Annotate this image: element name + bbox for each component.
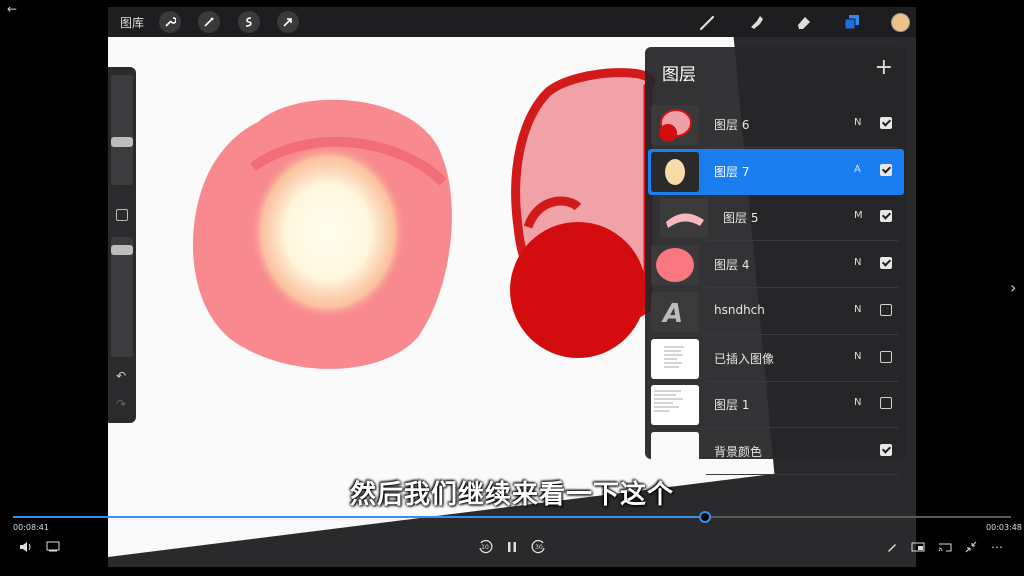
layer-visibility-checkbox[interactable]	[880, 303, 892, 316]
pause-icon[interactable]	[503, 538, 521, 556]
layer-row[interactable]: Ahsndhch N	[648, 289, 904, 335]
progress-fill	[13, 516, 705, 518]
layer-visibility-checkbox[interactable]	[880, 397, 892, 410]
layer-visibility-checkbox[interactable]	[880, 443, 892, 456]
layer-row[interactable]: 图层 1 N	[648, 382, 904, 429]
miniplayer-icon[interactable]	[909, 538, 927, 556]
row-divider	[706, 147, 898, 148]
layer-visibility-checkbox[interactable]	[880, 163, 892, 176]
skip-back-label: 10	[481, 543, 489, 551]
wrench-icon[interactable]	[159, 11, 181, 33]
blend-mode-button[interactable]: N	[854, 117, 861, 128]
layers-panel-title: 图层	[662, 65, 696, 85]
brush-sidebar: ↶ ↷	[108, 67, 136, 423]
layers-panel: 图层 + 图层 6 N 图层 7 A 图层 5 M 图层 4 N Ahsndhch N 已插入图像 N…	[645, 47, 907, 475]
layers-icon[interactable]	[841, 11, 863, 33]
layer-thumbnail[interactable]	[651, 431, 699, 472]
cast-icon[interactable]	[936, 538, 954, 556]
red-ball-shape	[510, 222, 646, 358]
svg-text:A: A	[661, 299, 683, 329]
color-swatch[interactable]	[889, 11, 911, 33]
modify-square-button[interactable]	[116, 209, 128, 221]
layer-row[interactable]: 图层 5 M	[648, 195, 904, 242]
layer-thumbnail[interactable]	[651, 385, 699, 426]
layer-thumbnail[interactable]: A	[651, 291, 699, 332]
layer-thumbnail[interactable]	[660, 198, 708, 239]
highlight-glow	[250, 144, 406, 320]
top-toolbar: 图库	[108, 7, 916, 37]
layer-visibility-checkbox[interactable]	[880, 210, 892, 223]
opacity-thumb[interactable]	[111, 245, 133, 255]
blend-mode-button[interactable]: N	[854, 257, 861, 268]
magic-wand-icon[interactable]	[198, 11, 220, 33]
layer-row[interactable]: 图层 7 A	[648, 148, 904, 195]
eraser-icon[interactable]	[793, 11, 815, 33]
blend-mode-button[interactable]: N	[854, 351, 861, 362]
layer-name: 图层 1	[714, 398, 750, 413]
blend-mode-button[interactable]: A	[854, 164, 861, 175]
layer-name: 已插入图像	[714, 351, 775, 366]
layer-visibility-checkbox[interactable]	[880, 350, 892, 363]
blend-mode-button[interactable]: M	[854, 210, 863, 221]
smudge-icon[interactable]	[745, 11, 767, 33]
brush-size-thumb[interactable]	[111, 137, 133, 147]
layer-name: 背景颜色	[714, 444, 763, 459]
volume-icon[interactable]	[17, 538, 35, 556]
redo-icon[interactable]: ↷	[116, 397, 126, 411]
layer-row[interactable]: 背景颜色	[648, 429, 904, 475]
skip-forward-label: 30	[535, 543, 543, 551]
opacity-slider[interactable]	[111, 237, 133, 357]
undo-icon[interactable]: ↶	[116, 369, 126, 383]
layer-name: hsndhch	[714, 302, 765, 317]
subtitles-icon[interactable]	[44, 538, 62, 556]
layer-row[interactable]: 已插入图像 N	[648, 336, 904, 382]
elapsed-time: 00:08:41	[13, 523, 49, 532]
layer-thumbnail[interactable]	[651, 105, 699, 145]
add-layer-button[interactable]: +	[875, 57, 893, 79]
layer-thumbnail[interactable]	[651, 245, 699, 286]
layer-name: 图层 5	[723, 211, 759, 226]
gallery-button[interactable]: 图库	[120, 14, 144, 31]
layer-name: 图层 4	[714, 258, 750, 273]
progress-thumb[interactable]	[698, 511, 711, 523]
layer-name: 图层 7	[714, 164, 750, 179]
skip-back-button[interactable]: 10	[476, 538, 494, 556]
transform-arrow-icon[interactable]	[277, 11, 299, 33]
layer-thumbnail[interactable]	[651, 338, 699, 379]
progress-bar[interactable]	[13, 511, 1011, 523]
video-subtitle: 然后我们继续来看一下这个	[349, 480, 674, 510]
back-arrow-icon[interactable]: ←	[7, 2, 17, 16]
blend-mode-button[interactable]: N	[854, 304, 861, 315]
layer-visibility-checkbox[interactable]	[880, 257, 892, 270]
brush-icon[interactable]	[697, 11, 719, 33]
next-chevron-icon[interactable]: ›	[1010, 278, 1016, 297]
layer-row[interactable]: 图层 4 N	[648, 242, 904, 289]
layer-thumbnail[interactable]	[651, 151, 699, 192]
layer-name: 图层 6	[714, 118, 750, 132]
exit-fullscreen-icon[interactable]	[962, 538, 980, 556]
skip-forward-button[interactable]: 30	[530, 538, 548, 556]
pen-icon[interactable]	[883, 538, 901, 556]
layer-visibility-checkbox[interactable]	[880, 117, 892, 129]
brush-size-slider[interactable]	[111, 75, 133, 185]
selection-icon[interactable]	[238, 11, 260, 33]
total-time: 00:03:48	[986, 523, 1022, 532]
more-options-icon[interactable]: ⋯	[988, 538, 1006, 556]
layer-row[interactable]: 图层 6 N	[648, 102, 904, 148]
blend-mode-button[interactable]: N	[854, 397, 861, 408]
